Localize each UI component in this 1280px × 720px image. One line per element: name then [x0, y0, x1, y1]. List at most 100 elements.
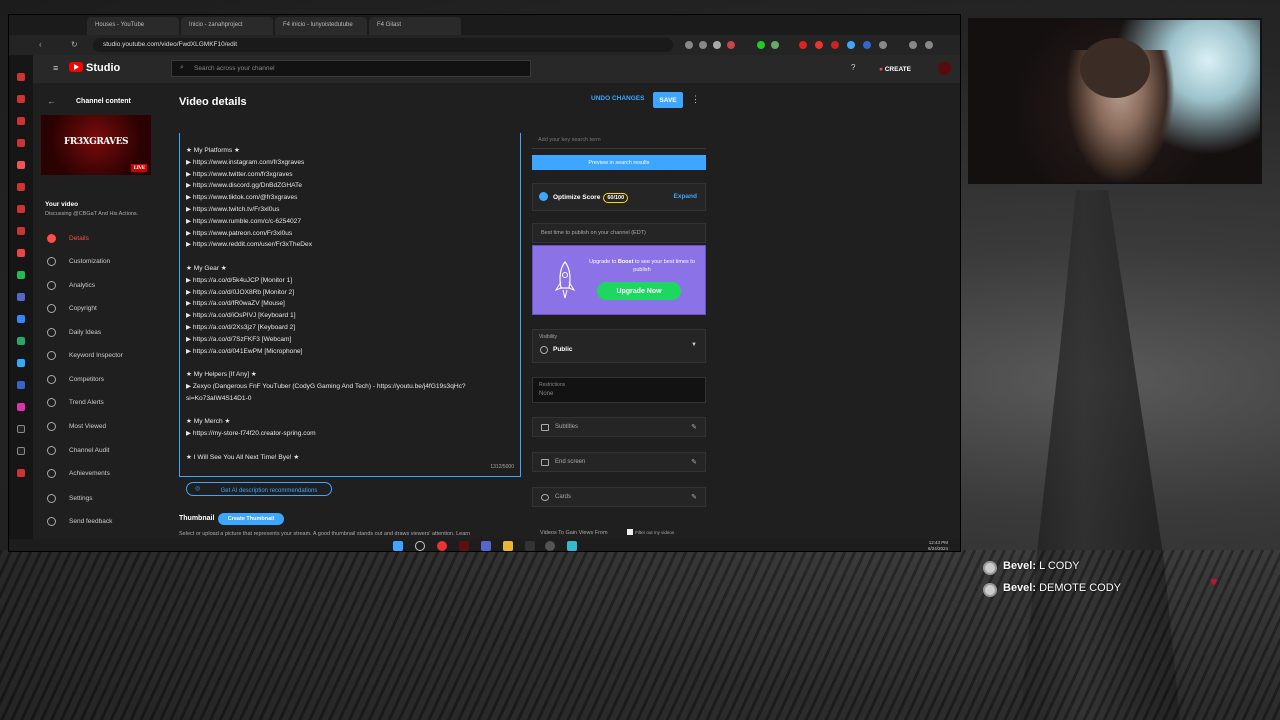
extension-icon[interactable]: [713, 41, 721, 49]
sidebar-app-icon[interactable]: [17, 161, 25, 169]
back-icon[interactable]: ‹: [39, 40, 42, 49]
your-video-label: Your video: [45, 201, 79, 208]
url-field[interactable]: studio.youtube.com/video/FwdXLGMKF10/edi…: [93, 38, 673, 52]
sidebar-app-icon[interactable]: [17, 139, 25, 147]
sidebar-app-icon[interactable]: [17, 117, 25, 125]
sidebar-app-icon[interactable]: [17, 337, 25, 345]
reload-icon[interactable]: ↻: [71, 40, 78, 49]
app-icon[interactable]: [567, 541, 577, 551]
extension-icon[interactable]: [863, 41, 871, 49]
restrictions-value: None: [539, 391, 554, 397]
sidebar-app-icon[interactable]: [17, 447, 25, 455]
extension-icon[interactable]: [771, 41, 779, 49]
extension-icon[interactable]: [699, 41, 707, 49]
preview-search-button[interactable]: Preview in search results: [532, 155, 706, 170]
audit-icon: [47, 446, 56, 455]
browser-tab[interactable]: F4 Gilast: [369, 17, 461, 35]
download-icon[interactable]: [909, 41, 917, 49]
sidebar-item-analytics[interactable]: Analytics: [33, 276, 161, 296]
menu-icon[interactable]: [925, 41, 933, 49]
rocket-icon: [554, 261, 576, 299]
pencil-icon[interactable]: ✎: [691, 458, 697, 466]
create-thumbnail-button[interactable]: Create Thumbnail: [218, 513, 284, 525]
sidebar-app-icon[interactable]: [17, 293, 25, 301]
pencil-icon[interactable]: ✎: [691, 493, 697, 501]
search-icon[interactable]: [415, 541, 425, 551]
cards-row[interactable]: Cards ✎: [532, 487, 706, 507]
discord-icon[interactable]: [481, 541, 491, 551]
chat-badge-icon: [983, 583, 997, 597]
hamburger-icon[interactable]: ≡: [53, 63, 58, 73]
sidebar-item-keyword-inspector[interactable]: Keyword Inspector: [33, 346, 161, 366]
help-icon[interactable]: ?: [851, 63, 855, 72]
search-placeholder: Search across your channel: [194, 65, 275, 72]
extension-icon[interactable]: [757, 41, 765, 49]
sidebar-app-icon[interactable]: [17, 425, 25, 433]
sidebar-item-send-feedback[interactable]: Send feedback: [33, 512, 161, 532]
extension-icon[interactable]: [879, 41, 887, 49]
extension-icon[interactable]: [831, 41, 839, 49]
windows-start-icon[interactable]: [393, 541, 403, 551]
visibility-select[interactable]: Visibility Public ▼: [532, 329, 706, 363]
filter-checkbox[interactable]: [627, 529, 634, 535]
avatar[interactable]: [938, 62, 951, 75]
sidebar-app-icon[interactable]: [17, 249, 25, 257]
browser-tab[interactable]: Houses - YouTube: [87, 17, 179, 35]
sidebar-item-trend-alerts[interactable]: Trend Alerts: [33, 393, 161, 413]
expand-link[interactable]: Expand: [674, 193, 697, 200]
sidebar-app-icon[interactable]: [17, 227, 25, 235]
sidebar-app-icon[interactable]: [17, 381, 25, 389]
extension-icon[interactable]: [847, 41, 855, 49]
browser-tab[interactable]: F4 inicio - lunyoistedutube: [275, 17, 367, 35]
sidebar-app-icon[interactable]: [17, 271, 25, 279]
pencil-icon[interactable]: ✎: [691, 423, 697, 431]
app-icon[interactable]: [459, 541, 469, 551]
sidebar-app-icon[interactable]: [17, 73, 25, 81]
sidebar-app-icon[interactable]: [17, 359, 25, 367]
channel-content-link[interactable]: Channel content: [76, 98, 131, 105]
search-input[interactable]: ⌕ Search across your channel: [171, 60, 531, 77]
obs-icon[interactable]: [545, 541, 555, 551]
sidebar-item-competitors[interactable]: Competitors: [33, 370, 161, 390]
end-screen-row[interactable]: End screen ✎: [532, 452, 706, 472]
description-field[interactable]: ★ My Platforms ★ ▶ https://www.instagram.…: [179, 133, 521, 477]
folder-icon[interactable]: [503, 541, 513, 551]
feedback-icon: [47, 517, 56, 526]
upgrade-now-button[interactable]: Upgrade Now: [597, 282, 681, 300]
streamer-hair: [1080, 38, 1150, 98]
browser-tab[interactable]: Inicio - zanahproject: [181, 17, 273, 35]
create-button[interactable]: ● CREATE: [873, 61, 917, 77]
back-arrow-icon[interactable]: ←: [47, 96, 56, 106]
competitors-icon: [47, 375, 56, 384]
more-options-icon[interactable]: ⋮: [691, 94, 700, 105]
browser-tab-strip: Houses - YouTube Inicio - zanahproject F…: [9, 15, 960, 35]
extension-icon[interactable]: [799, 41, 807, 49]
extension-icon[interactable]: [685, 41, 693, 49]
extension-icon[interactable]: [727, 41, 735, 49]
sidebar-app-icon[interactable]: [17, 183, 25, 191]
opera-icon[interactable]: [437, 541, 447, 551]
subtitles-row[interactable]: Subtitles ✎: [532, 417, 706, 437]
sidebar-item-copyright[interactable]: Copyright: [33, 299, 161, 319]
sidebar-item-settings[interactable]: Settings: [33, 489, 161, 509]
sidebar-app-icon[interactable]: [17, 469, 25, 477]
video-thumbnail[interactable]: FR3XGRAVES LIVE: [41, 115, 151, 175]
extension-icon[interactable]: [815, 41, 823, 49]
studio-logo[interactable]: Studio: [69, 62, 120, 74]
gear-icon: [47, 494, 56, 503]
sidebar-app-icon[interactable]: [17, 205, 25, 213]
save-button[interactable]: SAVE: [653, 92, 683, 108]
ai-description-button[interactable]: ◎ Get AI description recommendations: [186, 482, 332, 496]
sidebar-item-daily-ideas[interactable]: Daily Ideas: [33, 323, 161, 343]
sidebar-app-icon[interactable]: [17, 315, 25, 323]
undo-changes-button[interactable]: UNDO CHANGES: [591, 95, 644, 102]
sidebar-item-channel-audit[interactable]: Channel Audit: [33, 441, 161, 461]
key-search-input[interactable]: Add your key search term: [532, 133, 706, 149]
sidebar-app-icon[interactable]: [17, 95, 25, 103]
app-icon[interactable]: [525, 541, 535, 551]
sidebar-item-details[interactable]: Details: [33, 229, 161, 249]
sidebar-app-icon[interactable]: [17, 403, 25, 411]
sidebar-item-most-viewed[interactable]: Most Viewed: [33, 417, 161, 437]
sidebar-item-achievements[interactable]: Achievements: [33, 464, 161, 484]
sidebar-item-customization[interactable]: Customization: [33, 252, 161, 272]
